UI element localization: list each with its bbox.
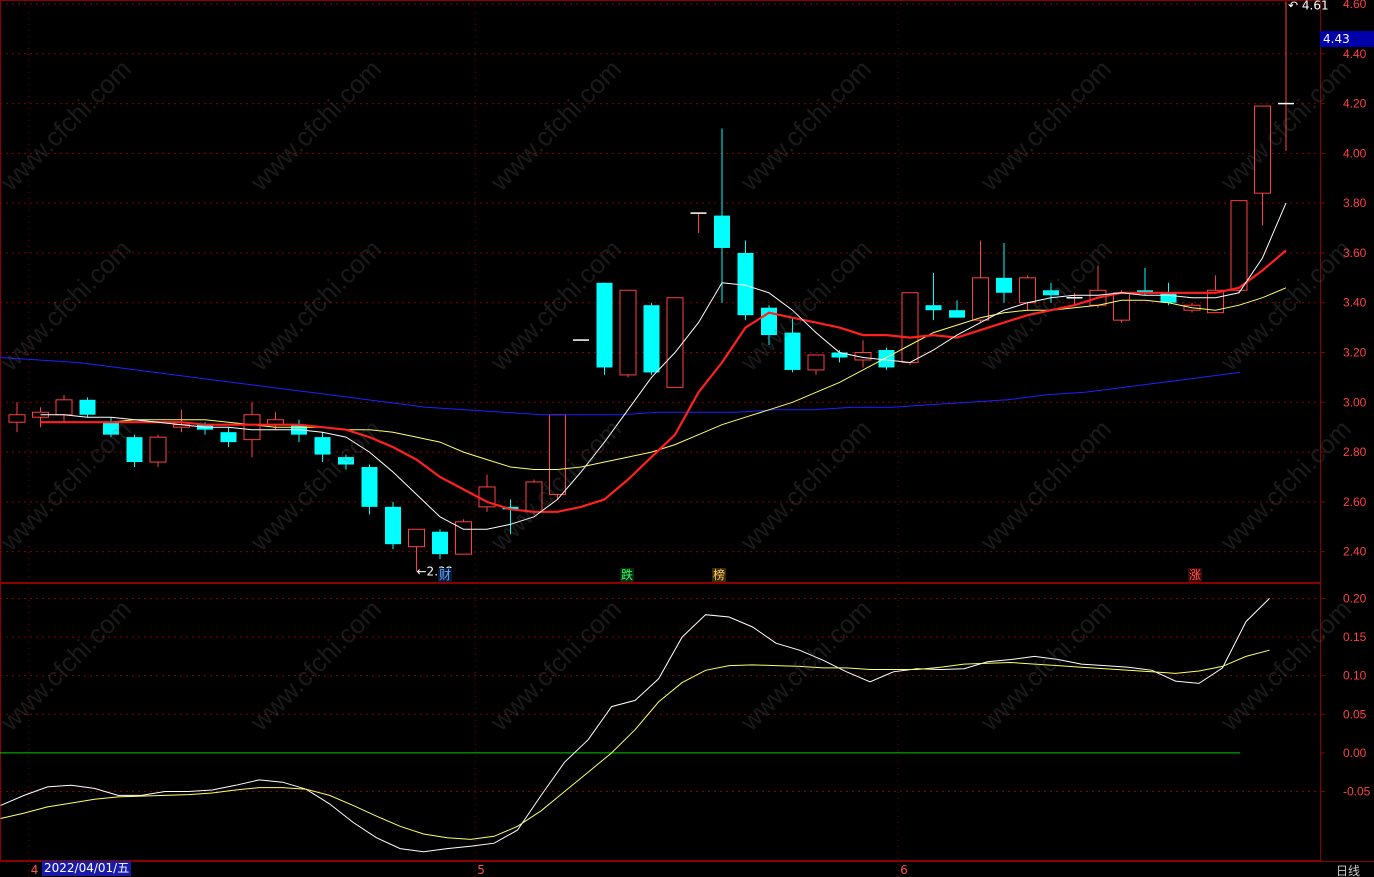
chart-canvas[interactable]: 4.60 4.40 4.20 4.00 3.80 3.60 3.40 3.20 3.00 2.80… [0,0,1374,877]
candle-down [103,422,119,435]
price-tick-label: 3.80 [1343,196,1367,210]
candle-down [314,437,331,455]
indicator-tick-label: 0.20 [1343,591,1367,605]
candle-down [737,252,754,316]
candle-up [149,436,167,463]
price-panel-frame [0,0,1321,583]
price-tick-label: 3.60 [1343,246,1367,260]
candle-up [408,528,425,548]
event-marker-finance[interactable]: 财 [438,568,453,582]
cursor-date-label: 2022/04/01/五 [42,861,132,876]
month-label: 6 [900,863,908,877]
candle-up [1113,292,1130,321]
price-tick-label: 2.60 [1343,495,1367,509]
candle-down [643,305,660,373]
indicator-dea-line [0,649,1270,840]
candle-down [925,305,942,311]
high-price-annotation: ↶ 4.61 [1288,0,1329,13]
candle-down [949,310,965,318]
indicator-tick-label: -0.05 [1343,785,1371,799]
candle-down [784,332,801,370]
indicator-panel-frame [0,583,1321,861]
candle-down [1043,290,1059,296]
period-label[interactable]: 日线 [1336,862,1360,877]
indicator-tick-label: 0.10 [1343,669,1367,683]
price-tick-label: 3.00 [1343,395,1367,409]
candle-up [972,277,989,321]
indicator-dif-line [0,598,1270,853]
candle-down [126,437,143,463]
candle-up [8,414,26,423]
price-tick-label: 3.20 [1343,346,1367,360]
price-tick-label: 4.40 [1343,47,1367,61]
candle-up [549,414,566,495]
candle-up [1230,200,1248,291]
event-marker-drop[interactable]: 跌 [620,568,635,582]
current-price-tag: 4.43 [1320,31,1374,47]
candle-up [1254,105,1271,194]
candle-up [1019,277,1036,304]
candle-down [714,215,730,248]
candle-up [901,292,919,363]
candle-up [55,399,73,416]
indicator-tick-label: 0.15 [1343,630,1367,644]
candle-down [996,277,1012,293]
candle-down [220,432,237,443]
candle-up [619,289,637,376]
price-tick-label: 3.40 [1343,296,1367,310]
indicator-tick-label: 0.05 [1343,707,1367,721]
candle-down [432,531,448,555]
price-tick-label: 4.20 [1343,97,1367,111]
month-label: 5 [477,863,485,877]
candle-up [243,414,261,441]
month-label: 4 [31,863,39,877]
price-tick-label: 2.40 [1343,545,1367,559]
ma-fast-line [40,202,1287,530]
price-tick-label: 4.60 [1343,0,1367,11]
candle-down [878,350,895,368]
indicator-tick-label: 0.00 [1343,746,1367,760]
ma-mid-line [40,249,1287,513]
candle-down [338,457,354,465]
price-tick-label: 4.00 [1343,146,1367,160]
candle-down [385,506,401,545]
candle-up [666,297,684,388]
candle-up [807,354,825,371]
event-marker-rise[interactable]: 涨 [1188,568,1203,582]
candle-up [525,481,543,513]
price-tick-label: 2.80 [1343,445,1367,459]
candle-down [79,399,96,415]
ma-slow-line [110,287,1287,470]
candle-down [361,467,378,507]
stock-chart-window: 4.60 4.40 4.20 4.00 3.80 3.60 3.40 3.20 3.00 2.80… [0,0,1374,877]
event-marker-ranking[interactable]: 榜 [712,568,727,582]
candle-down [596,282,613,368]
candle-down [1160,292,1177,303]
